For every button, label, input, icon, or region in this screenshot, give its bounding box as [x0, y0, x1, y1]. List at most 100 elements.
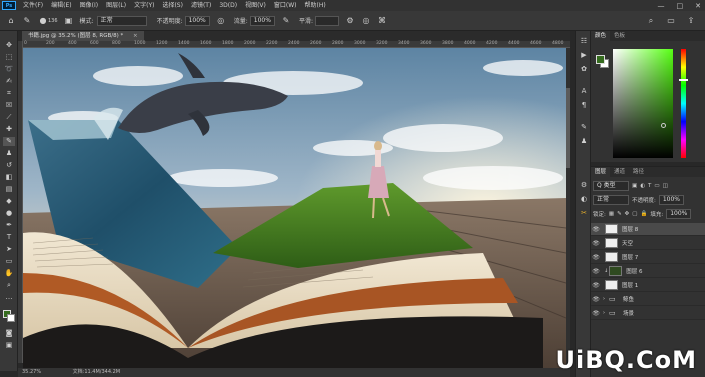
symmetry-icon[interactable]: ⌘ — [377, 16, 387, 26]
marquee-tool-icon[interactable]: ⬚ — [3, 53, 15, 62]
adjustments-panel-icon[interactable]: ◐ — [579, 195, 589, 204]
brush-settings-icon[interactable]: ✎ — [579, 123, 589, 132]
zoom-tool-icon[interactable]: ⌕ — [3, 281, 15, 290]
blend-mode-select[interactable]: 正常 — [593, 195, 629, 205]
tab-channels[interactable]: 通道 — [610, 167, 629, 177]
scroll-thumb[interactable] — [566, 88, 570, 168]
move-tool-icon[interactable]: ✥ — [3, 41, 15, 50]
close-button[interactable]: ✕ — [695, 2, 701, 10]
layer-row[interactable]: 👁 ↓ 图层 6 — [591, 265, 705, 278]
color-field[interactable] — [613, 49, 673, 158]
menu-edit[interactable]: 编辑(E) — [47, 0, 75, 11]
flow-input[interactable]: 100% — [249, 15, 275, 26]
lock-all-icon[interactable]: 🔒 — [640, 211, 647, 217]
brush-panel-icon[interactable]: ▣ — [64, 16, 74, 26]
expand-arrow-icon[interactable]: › — [603, 310, 605, 316]
search-icon[interactable]: ⌕ — [646, 16, 656, 26]
hand-tool-icon[interactable]: ✋ — [3, 269, 15, 278]
eyedropper-tool-icon[interactable]: ⟋ — [3, 113, 15, 122]
tool-presets-icon[interactable]: ✂ — [579, 209, 589, 218]
smoothing-settings-icon[interactable]: ⚙ — [345, 16, 355, 26]
screen-mode-icon[interactable]: ▣ — [3, 341, 15, 350]
share-icon[interactable]: ⇪ — [686, 16, 696, 26]
lock-pixels-icon[interactable]: ▦ — [609, 211, 614, 217]
brush-size[interactable]: ● 136 — [38, 16, 58, 26]
eye-icon[interactable]: 👁 — [591, 282, 601, 289]
eye-icon[interactable]: 👁 — [591, 296, 601, 303]
pen-tool-icon[interactable]: ✒ — [3, 221, 15, 230]
menu-image[interactable]: 图像(I) — [76, 0, 102, 11]
eye-icon[interactable]: 👁 — [591, 254, 601, 261]
filter-adjust-icon[interactable]: ◐ — [640, 183, 645, 189]
layer-group-row[interactable]: 👁 › ▭ 鲸鱼 — [591, 293, 705, 306]
filter-pixel-icon[interactable]: ▣ — [632, 183, 637, 189]
layer-group-row[interactable]: 👁 › ▭ 场景 — [591, 307, 705, 320]
color-picker-cursor[interactable] — [661, 123, 666, 128]
eye-icon[interactable]: 👁 — [591, 268, 601, 275]
background-swatch[interactable] — [7, 314, 15, 322]
filter-type-icon[interactable]: T — [648, 183, 651, 189]
frame-tool-icon[interactable]: ☒ — [3, 101, 15, 110]
lock-position-icon[interactable]: ✥ — [625, 211, 630, 217]
minimize-button[interactable]: — — [658, 2, 665, 10]
type-tool-icon[interactable]: T — [3, 233, 15, 242]
document-canvas[interactable] — [23, 48, 566, 368]
path-select-tool-icon[interactable]: ➤ — [3, 245, 15, 254]
tab-paths[interactable]: 路径 — [629, 167, 648, 177]
filter-smart-icon[interactable]: ◫ — [663, 183, 668, 189]
healing-brush-tool-icon[interactable]: ✚ — [3, 125, 15, 134]
layer-opacity-input[interactable]: 100% — [658, 195, 685, 205]
airbrush-icon[interactable]: ✎ — [281, 16, 291, 26]
mode-select[interactable]: 正常 — [96, 15, 147, 26]
workspace-icon[interactable]: ▭ — [666, 16, 676, 26]
hue-slider[interactable] — [679, 49, 688, 158]
tab-swatches[interactable]: 色板 — [610, 31, 629, 41]
eye-icon[interactable]: 👁 — [591, 240, 601, 247]
pressure-opacity-icon[interactable]: ◎ — [216, 16, 226, 26]
menu-window[interactable]: 窗口(W) — [270, 0, 301, 11]
menu-help[interactable]: 帮助(H) — [301, 0, 330, 11]
hue-slider-knob[interactable] — [679, 79, 688, 81]
lock-artboard-icon[interactable]: ▢ — [632, 211, 637, 217]
menu-select[interactable]: 选择(S) — [158, 0, 187, 11]
menu-3d[interactable]: 3D(D) — [215, 0, 241, 11]
tab-color[interactable]: 颜色 — [591, 31, 611, 41]
layer-row[interactable]: 👁 图层 8 — [591, 223, 705, 236]
close-tab-icon[interactable]: × — [133, 33, 138, 39]
opacity-input[interactable]: 100% — [184, 15, 210, 26]
blur-tool-icon[interactable]: ◆ — [3, 197, 15, 206]
paragraph-panel-icon[interactable]: ¶ — [579, 101, 589, 110]
dodge-tool-icon[interactable]: ● — [3, 209, 15, 218]
menu-view[interactable]: 视图(V) — [241, 0, 270, 11]
horizontal-ruler[interactable]: 0 200 400 600 800 1000 1200 1400 1600 18… — [22, 41, 570, 48]
character-panel-icon[interactable]: A — [579, 87, 589, 96]
foreground-color-swatch[interactable] — [596, 55, 605, 64]
libraries-panel-icon[interactable]: ✿ — [579, 65, 589, 74]
brush-tool-icon[interactable]: ✎ — [22, 16, 32, 26]
document-tab[interactable]: 书籍.jpg @ 35.2% (图层 8, RGB/8) * × — [22, 31, 144, 41]
history-brush-tool-icon[interactable]: ↺ — [3, 161, 15, 170]
maximize-button[interactable]: □ — [677, 2, 684, 10]
lasso-tool-icon[interactable]: ➰ — [3, 65, 15, 74]
menu-type[interactable]: 文字(Y) — [130, 0, 158, 11]
properties-panel-icon[interactable]: ⚙ — [579, 181, 589, 190]
layer-row[interactable]: 👁 图层 7 — [591, 251, 705, 264]
eye-icon[interactable]: 👁 — [591, 310, 601, 317]
clone-stamp-tool-icon[interactable]: ♟ — [3, 149, 15, 158]
home-icon[interactable]: ⌂ — [6, 16, 16, 26]
eye-icon[interactable]: 👁 — [591, 226, 601, 233]
layer-row[interactable]: 👁 图层 1 — [591, 279, 705, 292]
menu-layer[interactable]: 图层(L) — [102, 0, 130, 11]
vertical-scrollbar[interactable] — [566, 48, 570, 368]
actions-panel-icon[interactable]: ▶ — [579, 51, 589, 60]
filter-shape-icon[interactable]: ▭ — [654, 183, 659, 189]
layer-row[interactable]: 👁 天空 — [591, 237, 705, 250]
history-panel-icon[interactable]: ☷ — [579, 37, 589, 46]
menu-file[interactable]: 文件(F) — [19, 0, 47, 11]
eraser-tool-icon[interactable]: ◧ — [3, 173, 15, 182]
more-tools-icon[interactable]: … — [3, 293, 15, 302]
shape-tool-icon[interactable]: ▭ — [3, 257, 15, 266]
clone-source-icon[interactable]: ♟ — [579, 137, 589, 146]
crop-tool-icon[interactable]: ⌗ — [3, 89, 15, 98]
zoom-readout[interactable]: 35.27% — [22, 369, 41, 375]
